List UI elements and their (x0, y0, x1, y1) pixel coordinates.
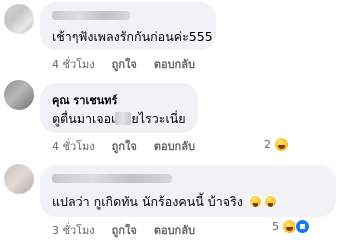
laughing-tears-emoji-icon (263, 195, 277, 208)
haha-emoji-icon (274, 137, 289, 152)
like-button[interactable]: ถูกใจ (112, 55, 137, 73)
like-button[interactable]: ถูกใจ (112, 221, 137, 239)
reaction-summary[interactable]: 5 (272, 219, 310, 234)
comment-meta: 4 ชั่วโมง ถูกใจ ตอบกลับ (52, 55, 195, 73)
avatar-image (4, 80, 34, 110)
comment-text-part: ตูตื่นมาเจอเ (52, 111, 116, 126)
author-name[interactable]: คุณ ราเชนทร์ (52, 91, 117, 109)
comment-meta: 4 ชั่วโมง ถูกใจ ตอบกลับ (52, 137, 195, 155)
comment-text: เช้าๆฟังเพลงรักกันก่อนค่ะ555 (52, 29, 213, 44)
comment-timestamp[interactable]: 4 ชั่วโมง (52, 137, 95, 155)
avatar-image (4, 4, 34, 34)
comment-text-part: แปลว่า กูเกิดทัน นักร้องคนนี้ บ้าจริง (52, 194, 243, 209)
comment-bubble: เช้าๆฟังเพลงรักกันก่อนค่ะ555 (40, 2, 216, 50)
like-button[interactable]: ถูกใจ (112, 137, 137, 155)
avatar[interactable] (4, 164, 34, 194)
comment-timestamp[interactable]: 4 ชั่วโมง (52, 55, 95, 73)
reply-button[interactable]: ตอบกลับ (154, 55, 195, 73)
comment-bubble: คุณ ราเชนทร์ ตูตื่นมาเจอเ ยไรวะเนี่ย (40, 83, 198, 133)
avatar[interactable] (4, 80, 34, 110)
avatar[interactable] (4, 4, 34, 34)
avatar-image (4, 164, 34, 194)
like-icon (295, 219, 310, 234)
laughing-tears-emoji-icon (248, 195, 262, 208)
reaction-count: 5 (272, 220, 279, 233)
comment-text-part: ยไรวะเนี่ย (131, 111, 186, 126)
reply-button[interactable]: ตอบกลับ (154, 137, 195, 155)
comment-bubble: แปลว่า กูเกิดทัน นักร้องคนนี้ บ้าจริง (40, 165, 336, 217)
reaction-count: 2 (264, 138, 271, 151)
reaction-summary[interactable]: 2 (264, 137, 289, 152)
comment-timestamp[interactable]: 3 ชั่วโมง (52, 221, 95, 239)
author-name-redacted[interactable] (52, 11, 130, 20)
redacted-word (115, 112, 132, 125)
author-name-redacted[interactable] (52, 174, 172, 183)
comment-text: แปลว่า กูเกิดทัน นักร้องคนนี้ บ้าจริง (52, 192, 277, 212)
reply-button[interactable]: ตอบกลับ (154, 221, 195, 239)
comment-text: ตูตื่นมาเจอเ ยไรวะเนี่ย (52, 109, 186, 129)
comment-meta: 3 ชั่วโมง ถูกใจ ตอบกลับ (52, 221, 195, 239)
